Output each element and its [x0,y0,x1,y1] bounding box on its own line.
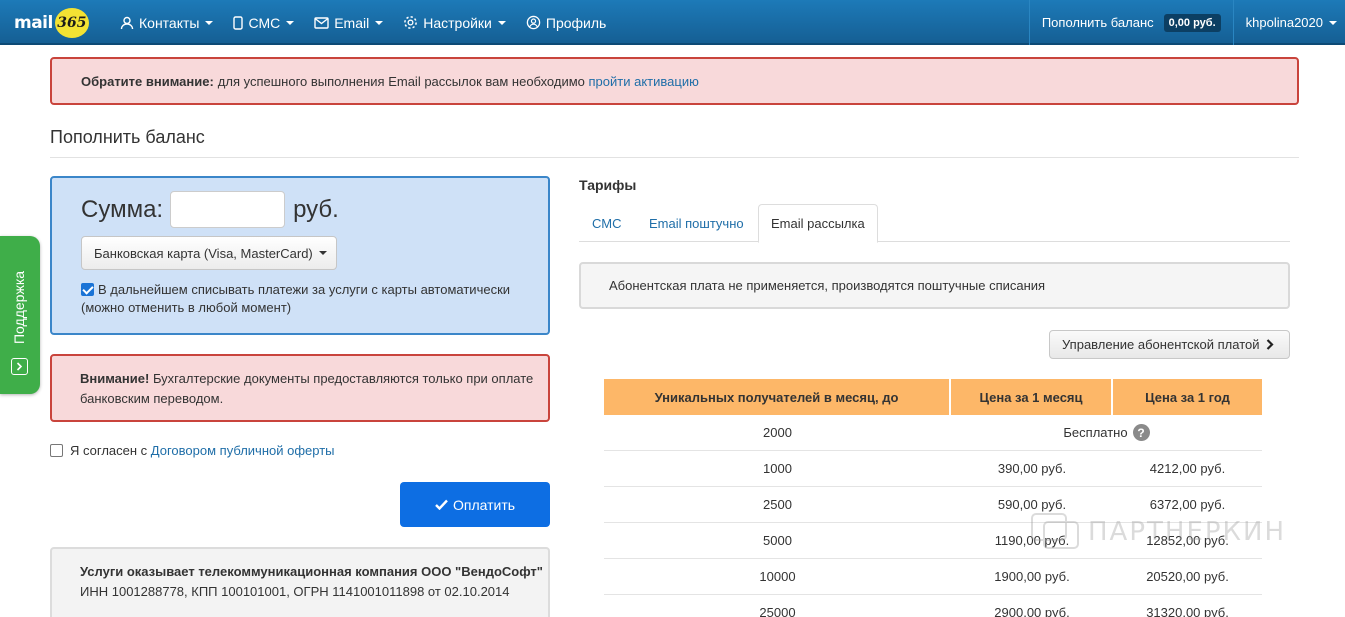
title-divider [50,157,1299,158]
autopay-checkbox[interactable] [81,283,94,296]
help-icon[interactable]: ? [1132,424,1150,441]
nav-topup-label: Пополнить баланс [1041,15,1154,30]
nav-profile-label: Профиль [545,14,607,31]
chevron-down-icon [205,20,214,25]
watermark: ПАРТНЕРКИН [1030,510,1286,554]
support-tab[interactable]: Поддержка [0,236,40,394]
top-navbar: mail 365 Контакты СМС Email Настройки Пр… [0,0,1345,45]
column-header: Уникальных получателей в месяц, до [604,379,951,415]
nav-contacts-label: Контакты [139,14,200,31]
chevron-right-icon [1266,339,1274,350]
table-cell: 2000 [763,425,792,440]
brand-text: mail [14,13,53,33]
username: khpolina2020 [1245,15,1323,30]
tab-email-single[interactable]: Email поштучно [649,204,744,242]
chevron-down-icon [286,20,295,25]
table-cell: 1000 [763,461,792,476]
company-name: Услуги оказывает телекоммуникационная ко… [80,564,543,579]
gear-icon [404,16,418,29]
free-label: Бесплатно [1063,425,1128,440]
table-cell: 2900,00 руб. [994,605,1070,617]
column-header: Цена за 1 месяц [951,379,1113,415]
nav-right: Пополнить баланс 0,00 руб. khpolina2020 [1028,0,1345,45]
alert-text: для успешного выполнения Email рассылок … [217,73,585,89]
tab-sms[interactable]: СМС [592,204,621,242]
sum-unit: руб. [293,195,339,223]
agree-checkbox[interactable] [50,444,63,457]
payment-method-label: Банковская карта (Visa, MasterCard) [94,245,313,261]
sum-input[interactable] [170,191,286,228]
table-row: 25000 2900,00 руб. 31320,00 руб. [604,595,1262,617]
check-icon [435,499,448,510]
documents-warning: Внимание! Бухгалтерские документы предос… [50,354,550,422]
pay-button[interactable]: Оплатить [400,482,550,527]
offer-link[interactable]: Договором публичной оферты [151,443,335,458]
column-header: Цена за 1 год [1113,379,1262,415]
table-header: Уникальных получателей в месяц, до Цена … [604,379,1262,415]
table-cell: Бесплатно? [951,415,1262,450]
nav-sms[interactable]: СМС [223,0,304,45]
activation-link[interactable]: пройти активацию [589,74,699,89]
pay-button-label: Оплатить [452,496,516,513]
manage-subscription-button[interactable]: Управление абонентской платой [1049,330,1290,359]
table-row: 2000 Бесплатно? [604,415,1262,451]
nav-contacts[interactable]: Контакты [110,0,223,45]
envelope-icon [314,16,329,29]
watermark-logo-icon [1031,513,1079,549]
watermark-text: ПАРТНЕРКИН [1088,517,1287,547]
activation-alert: Обратите внимание: для успешного выполне… [50,57,1299,105]
table-cell: 5000 [763,533,792,548]
nav-sms-label: СМС [248,14,281,31]
alert-strong: Обратите внимание: [81,73,214,89]
brand-badge: 365 [54,8,89,38]
page-title: Пополнить баланс [50,127,205,147]
table-cell: 1900,00 руб. [994,569,1070,584]
phone-icon [233,15,244,30]
table-row: 1000 390,00 руб. 4212,00 руб. [604,451,1262,487]
main-nav: Контакты СМС Email Настройки Профиль [110,0,616,45]
table-cell: 31320,00 руб. [1146,605,1229,617]
nav-settings[interactable]: Настройки [393,0,516,45]
tariff-tabs: СМС Email поштучно Email рассылка [579,204,1290,243]
table-cell: 2500 [763,497,792,512]
company-info: Услуги оказывает телекоммуникационная ко… [50,547,550,617]
autopay-label: В дальнейшем списывать платежи за услуги… [81,282,511,315]
offer-agreement: Я согласен с Договором публичной оферты [50,443,335,458]
sum-label: Сумма: [81,195,164,223]
autopay-option: В дальнейшем списывать платежи за услуги… [81,281,531,317]
user-icon [120,16,134,29]
support-label: Поддержка [11,270,27,344]
table-cell: 4212,00 руб. [1149,461,1226,476]
nav-profile[interactable]: Профиль [516,0,616,45]
agree-label: Я согласен с [70,443,148,458]
sum-panel: Сумма: руб. Банковская карта (Visa, Mast… [50,176,550,335]
nav-topup[interactable]: Пополнить баланс 0,00 руб. [1028,0,1233,45]
tariffs-title: Тарифы [579,177,637,193]
chevron-down-icon [1329,20,1337,25]
nav-user-menu[interactable]: khpolina2020 [1232,0,1345,45]
table-cell: 20520,00 руб. [1146,569,1229,584]
nav-email-label: Email [334,14,370,31]
payment-method-dropdown[interactable]: Банковская карта (Visa, MasterCard) [81,236,337,270]
chevron-down-icon [318,251,327,255]
sum-row: Сумма: руб. [81,191,339,228]
chevron-down-icon [375,20,384,25]
manage-subscription-label: Управление абонентской платой [1062,337,1260,352]
balance-badge: 0,00 руб. [1163,13,1221,32]
warning-strong: Внимание! [80,371,150,386]
chevron-right-icon [11,358,28,375]
nav-email[interactable]: Email [304,0,393,45]
table-cell: 25000 [759,605,796,617]
table-cell: 10000 [759,569,796,584]
subscription-info: Абонентская плата не применяется, произв… [579,262,1290,309]
company-details: ИНН 1001288778, КПП 100101001, ОГРН 1141… [80,584,510,599]
tab-email-campaign[interactable]: Email рассылка [758,204,878,243]
table-cell: 390,00 руб. [997,461,1067,476]
nav-settings-label: Настройки [423,14,492,31]
table-row: 10000 1900,00 руб. 20520,00 руб. [604,559,1262,595]
tariff-table: Уникальных получателей в месяц, до Цена … [604,379,1262,617]
chevron-down-icon [497,20,506,25]
brand-logo[interactable]: mail 365 [14,8,89,38]
profile-icon [526,15,541,30]
